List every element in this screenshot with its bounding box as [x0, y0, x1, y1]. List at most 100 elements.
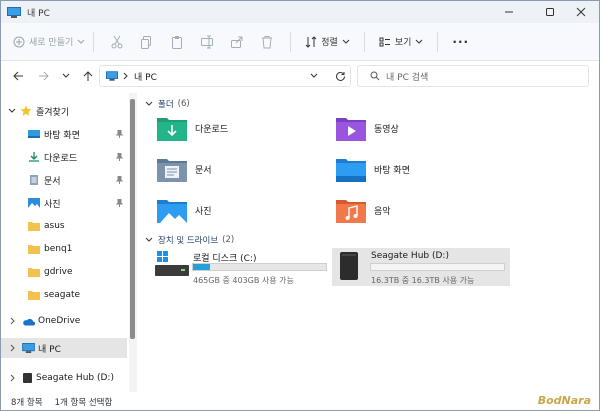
sidebar-item-this-pc[interactable]: 내 PC: [1, 338, 127, 358]
path-field[interactable]: 내 PC: [99, 65, 351, 87]
chevron-down-icon: [342, 39, 350, 44]
add-icon: [13, 36, 25, 47]
sidebar-item-gdrive[interactable]: gdrive: [1, 262, 127, 282]
this-pc-icon: [7, 6, 21, 18]
sidebar-item-asus[interactable]: asus: [1, 216, 127, 236]
folder-tile-music[interactable]: 음악: [336, 197, 391, 223]
chevron-down-icon: [62, 73, 70, 78]
search-placeholder: 내 PC 검색: [386, 72, 429, 83]
local-disk-icon: [155, 251, 189, 276]
copy-button[interactable]: [132, 28, 162, 56]
folder-label: 다운로드: [195, 124, 229, 135]
sidebar-item-label: 즐겨찾기: [36, 107, 70, 118]
arrow-left-icon: [13, 71, 23, 81]
sidebar-item-downloads[interactable]: 다운로드: [1, 147, 127, 167]
new-button[interactable]: 새로 만들기: [13, 35, 85, 48]
refresh-icon: [335, 71, 345, 81]
sort-button[interactable]: 정렬: [305, 35, 350, 48]
rename-icon: [201, 35, 214, 48]
rename-button[interactable]: [192, 28, 222, 56]
selection-count: 1개 항목 선택함: [54, 397, 113, 408]
chevron-down-icon: [77, 39, 85, 44]
window-title: 내 PC: [27, 8, 50, 19]
status-bar: 8개 항목 1개 항목 선택함 BodNara: [1, 392, 599, 410]
path-segment[interactable]: 내 PC: [134, 70, 157, 83]
folder-tile-pictures[interactable]: 사진: [157, 197, 212, 223]
up-button[interactable]: [77, 65, 99, 87]
section-count: (2): [222, 235, 235, 245]
sidebar-item-pictures[interactable]: 사진: [1, 193, 127, 213]
share-icon: [231, 36, 243, 48]
pictures-icon: [28, 198, 40, 208]
scrollbar-thumb[interactable]: [130, 99, 135, 339]
sidebar-item-label: 내 PC: [38, 344, 61, 355]
delete-button[interactable]: [252, 28, 282, 56]
paste-icon: [172, 35, 183, 49]
sidebar-item-label: OneDrive: [38, 316, 81, 326]
sidebar-item-quick-access[interactable]: 즐겨찾기: [1, 101, 127, 121]
cut-icon: [111, 35, 123, 48]
chevron-down-icon: [145, 237, 153, 242]
videos-folder-icon: [336, 118, 366, 141]
pictures-folder-icon: [157, 200, 187, 223]
recent-locations-button[interactable]: [55, 65, 77, 87]
more-icon: ···: [452, 34, 470, 49]
minimize-button[interactable]: [491, 1, 527, 23]
new-button-label: 새로 만들기: [29, 38, 74, 48]
drive-tile-c[interactable]: 로컬 디스크 (C:) 465GB 중 403GB 사용 가능: [155, 249, 329, 285]
folder-tile-desktop[interactable]: 바탕 화면: [336, 156, 410, 182]
folder-label: 사진: [195, 206, 212, 217]
explorer-window: 내 PC 새로 만들기 정렬 보기 ··· 내 PC 내 PC 검색 즐겨찾기 …: [0, 0, 600, 411]
view-button[interactable]: 보기: [379, 35, 424, 48]
forward-button[interactable]: [33, 65, 55, 87]
sidebar-item-onedrive[interactable]: OneDrive: [1, 311, 127, 331]
folder-tile-videos[interactable]: 동영상: [336, 115, 399, 141]
sort-icon: [305, 35, 317, 48]
back-button[interactable]: [7, 65, 29, 87]
pin-icon[interactable]: [116, 153, 123, 161]
title-bar: 내 PC: [1, 1, 599, 23]
section-title: 폴더: [158, 100, 174, 110]
sidebar-item-desktop[interactable]: 바탕 화면: [1, 124, 127, 144]
folders-section-header[interactable]: 폴더 (6): [145, 98, 190, 110]
folder-tile-documents[interactable]: 문서: [157, 156, 212, 182]
drive-info: 465GB 중 403GB 사용 가능: [193, 276, 294, 285]
pin-icon[interactable]: [116, 176, 123, 184]
drive-label: Seagate Hub (D:): [371, 251, 449, 261]
section-count: (6): [177, 99, 190, 109]
refresh-button[interactable]: [330, 65, 350, 87]
star-icon: [20, 105, 32, 116]
chevron-down-icon[interactable]: [310, 73, 318, 79]
sidebar-item-label: 다운로드: [44, 153, 78, 164]
chevron-down-icon: [8, 108, 16, 113]
sidebar-item-label: 문서: [44, 176, 61, 187]
drive-tile-d[interactable]: Seagate Hub (D:) 16.3TB 중 16.3TB 사용 가능: [332, 248, 510, 286]
search-input[interactable]: 내 PC 검색: [357, 65, 589, 87]
drives-section-header[interactable]: 장치 및 드라이브 (2): [145, 234, 234, 246]
sidebar-item-benq1[interactable]: benq1: [1, 239, 127, 259]
folder-icon: [28, 291, 40, 300]
paste-button[interactable]: [162, 28, 192, 56]
music-folder-icon: [336, 200, 366, 223]
nav-pane-scrollbar[interactable]: [129, 93, 137, 392]
more-options-button[interactable]: ···: [452, 35, 469, 49]
folder-tile-downloads[interactable]: 다운로드: [157, 115, 228, 141]
share-button[interactable]: [222, 28, 252, 56]
cut-button[interactable]: [102, 28, 132, 56]
document-icon: [30, 175, 38, 185]
toolbar-divider: [437, 31, 439, 52]
pin-icon[interactable]: [116, 199, 123, 207]
sidebar-item-documents[interactable]: 문서: [1, 170, 127, 190]
downloads-folder-icon: [157, 118, 187, 141]
chevron-right-icon: [10, 317, 15, 325]
sidebar-item-seagate-hub[interactable]: Seagate Hub (D:): [1, 368, 127, 388]
drive-usage-bar: [370, 263, 505, 271]
sidebar-item-label: 바탕 화면: [44, 130, 80, 141]
chevron-right-icon: [10, 374, 15, 382]
close-button[interactable]: [563, 1, 599, 23]
pin-icon[interactable]: [116, 130, 123, 138]
onedrive-icon: [23, 318, 35, 326]
sidebar-item-seagate[interactable]: seagate: [1, 285, 127, 305]
sort-label: 정렬: [321, 38, 338, 48]
view-icon: [379, 37, 390, 46]
